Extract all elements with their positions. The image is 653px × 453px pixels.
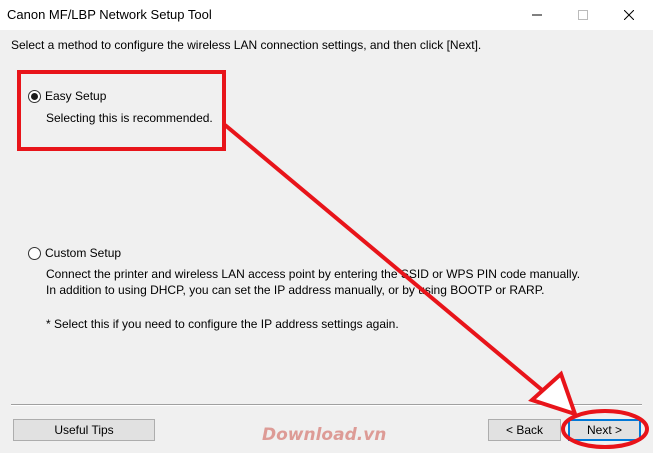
title-bar: Canon MF/LBP Network Setup Tool	[0, 0, 653, 30]
annotation-overlay	[17, 70, 649, 449]
instruction-text: Select a method to configure the wireles…	[11, 38, 482, 52]
easy-setup-description: Selecting this is recommended.	[46, 111, 213, 125]
easy-setup-label: Easy Setup	[45, 89, 107, 103]
close-icon	[624, 10, 634, 20]
maximize-icon	[578, 10, 588, 20]
watermark-logo: Download.vn	[262, 425, 387, 445]
useful-tips-button[interactable]: Useful Tips	[13, 419, 155, 441]
custom-setup-description-line-2: In addition to using DHCP, you can set t…	[46, 283, 545, 297]
annotation-arrow-line	[223, 123, 550, 397]
custom-setup-option[interactable]: Custom Setup	[28, 246, 121, 260]
maximize-button[interactable]	[560, 0, 606, 30]
annotation-arrowhead	[528, 370, 579, 418]
footer-separator	[11, 404, 642, 406]
easy-setup-option[interactable]: Easy Setup	[28, 89, 106, 103]
custom-setup-label: Custom Setup	[45, 246, 122, 260]
custom-setup-description-line-1: Connect the printer and wireless LAN acc…	[46, 267, 581, 281]
custom-setup-radio[interactable]	[28, 246, 41, 260]
back-button[interactable]: < Back	[488, 419, 561, 441]
minimize-icon	[532, 14, 542, 16]
easy-setup-radio[interactable]	[28, 89, 41, 103]
minimize-button[interactable]	[514, 0, 560, 30]
custom-setup-note: * Select this if you need to configure t…	[46, 317, 399, 331]
close-button[interactable]	[606, 0, 652, 30]
window-title: Canon MF/LBP Network Setup Tool	[7, 7, 212, 22]
next-button[interactable]: Next >	[568, 419, 641, 441]
